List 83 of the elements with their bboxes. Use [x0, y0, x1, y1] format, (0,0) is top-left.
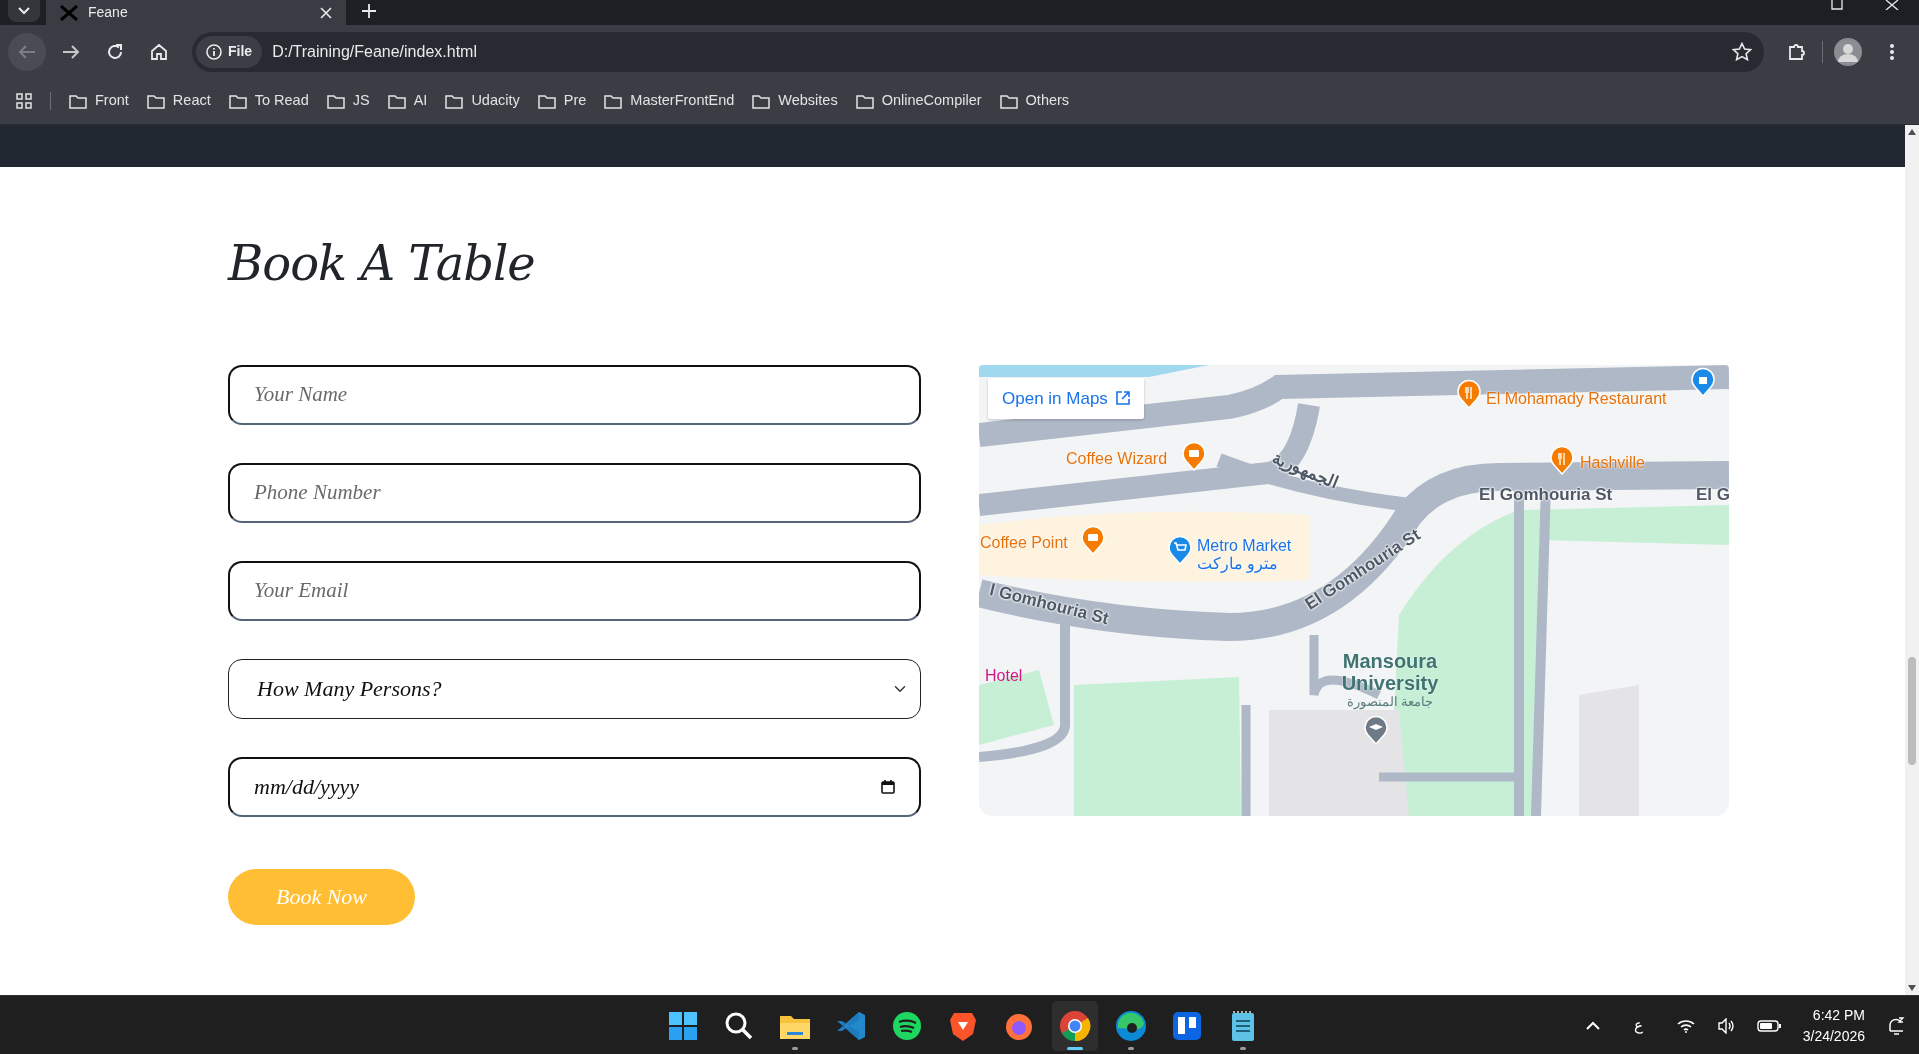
place-label: Mansoura University	[1340, 649, 1440, 694]
back-arrow-icon	[18, 42, 36, 61]
map-pin-icon	[1364, 714, 1388, 745]
place-label: مترو ماركت	[1197, 554, 1279, 573]
new-tab-icon[interactable]	[362, 4, 376, 18]
folder-icon	[999, 93, 1018, 109]
street-label: El G	[1696, 485, 1729, 505]
folder-icon	[537, 93, 556, 109]
language-indicator[interactable]: ع	[1633, 1014, 1643, 1037]
bookmark-folder[interactable]: React	[146, 90, 211, 112]
bookmark-folder[interactable]: To Read	[228, 90, 309, 112]
input-field[interactable]: Your Name	[228, 364, 921, 425]
section-heading: Book A Table	[228, 235, 536, 293]
folder-icon	[228, 93, 247, 109]
map-pin-icon	[1691, 366, 1715, 397]
speaker-icon[interactable]	[1716, 1017, 1735, 1034]
calendar-icon	[881, 779, 895, 795]
forward-icon	[62, 42, 80, 61]
avatar-icon	[1834, 37, 1862, 66]
map-pin-icon	[1457, 378, 1481, 409]
bookmark-folder[interactable]: OnlineCompiler	[855, 90, 982, 112]
bookmark-folder[interactable]: Others	[999, 90, 1070, 112]
place-label: Coffee Wizard	[1066, 449, 1168, 468]
clock-time[interactable]: 6:42 PM	[1802, 1005, 1865, 1026]
folder-icon	[69, 93, 87, 109]
wifi-icon[interactable]	[1676, 1018, 1695, 1033]
folder-icon	[146, 93, 165, 109]
bell-snooze-icon[interactable]	[1887, 1015, 1905, 1036]
persons-dropdown[interactable]: How Many Persons?	[228, 658, 921, 719]
scroll-up-icon	[1908, 129, 1916, 135]
scrollbar[interactable]	[1905, 125, 1919, 995]
bookmark-folder[interactable]: Websites	[752, 90, 838, 112]
date-field[interactable]: mm/dd/yyyy	[228, 756, 921, 817]
menu-icon	[1889, 42, 1895, 61]
place-label: Hashville	[1580, 453, 1645, 472]
bookmark-folder[interactable]: MasterFrontEnd	[604, 90, 735, 112]
scroll-down-icon	[1908, 985, 1916, 991]
bookmark-folder[interactable]: JS	[326, 90, 370, 112]
folder-icon	[445, 93, 464, 109]
info-icon	[206, 43, 222, 60]
cross-mark-icon	[60, 4, 78, 21]
map-pin-icon	[1550, 444, 1574, 475]
site-info-button[interactable]: File	[196, 35, 263, 68]
place-label: Coffee Point	[980, 533, 1068, 552]
chevron-up-icon[interactable]	[1585, 1021, 1600, 1030]
street-label: الجمهورية	[1269, 448, 1341, 493]
scroll-thumb[interactable]	[1908, 657, 1916, 765]
place-label: El Mohamady Restaurant	[1486, 389, 1667, 408]
close-icon[interactable]	[1885, 0, 1899, 10]
browser-tab[interactable]: Feane	[46, 0, 346, 25]
street-label: El Gomhouria St	[1479, 485, 1613, 505]
map-pin-icon	[1081, 524, 1105, 555]
home-icon	[150, 42, 168, 61]
extensions-icon	[1787, 41, 1807, 62]
close-icon[interactable]	[320, 6, 332, 19]
restore-icon[interactable]	[1831, 0, 1845, 10]
map-pin-icon	[1182, 440, 1206, 471]
folder-icon	[604, 93, 623, 109]
reload-icon	[106, 42, 124, 61]
map-pin-icon	[1168, 534, 1192, 565]
external-link-icon	[1115, 391, 1130, 406]
folder-icon	[855, 93, 874, 109]
bookmark-folder[interactable]: Udacity	[445, 90, 520, 112]
place-label: Metro Market	[1197, 536, 1292, 555]
folder-icon	[387, 93, 406, 109]
apps-grid-icon[interactable]	[16, 93, 32, 109]
battery-icon[interactable]	[1756, 1019, 1781, 1032]
place-label: Hotel	[985, 666, 1023, 685]
open-in-maps-link[interactable]: Open in Maps	[988, 377, 1144, 420]
tab-search-button[interactable]	[8, 0, 40, 22]
input-field[interactable]: Your Email	[228, 560, 921, 621]
folder-icon	[326, 93, 345, 109]
bookmark-folder[interactable]: AI	[387, 90, 428, 112]
address-bar[interactable]: File D:/Training/Feane/index.html	[192, 31, 1764, 72]
clock-date[interactable]: 3/24/2026	[1802, 1025, 1865, 1046]
bookmark-folder[interactable]: Front	[69, 90, 129, 112]
input-field[interactable]: Phone Number	[228, 462, 921, 523]
bookmark-folder[interactable]: Pre	[537, 90, 587, 112]
place-label: جامعة المنصورة	[1346, 694, 1434, 709]
folder-icon	[752, 93, 771, 109]
chevron-down-icon	[18, 7, 30, 15]
star-icon[interactable]	[1732, 41, 1752, 62]
taskbar-app[interactable]	[1052, 1000, 1098, 1051]
